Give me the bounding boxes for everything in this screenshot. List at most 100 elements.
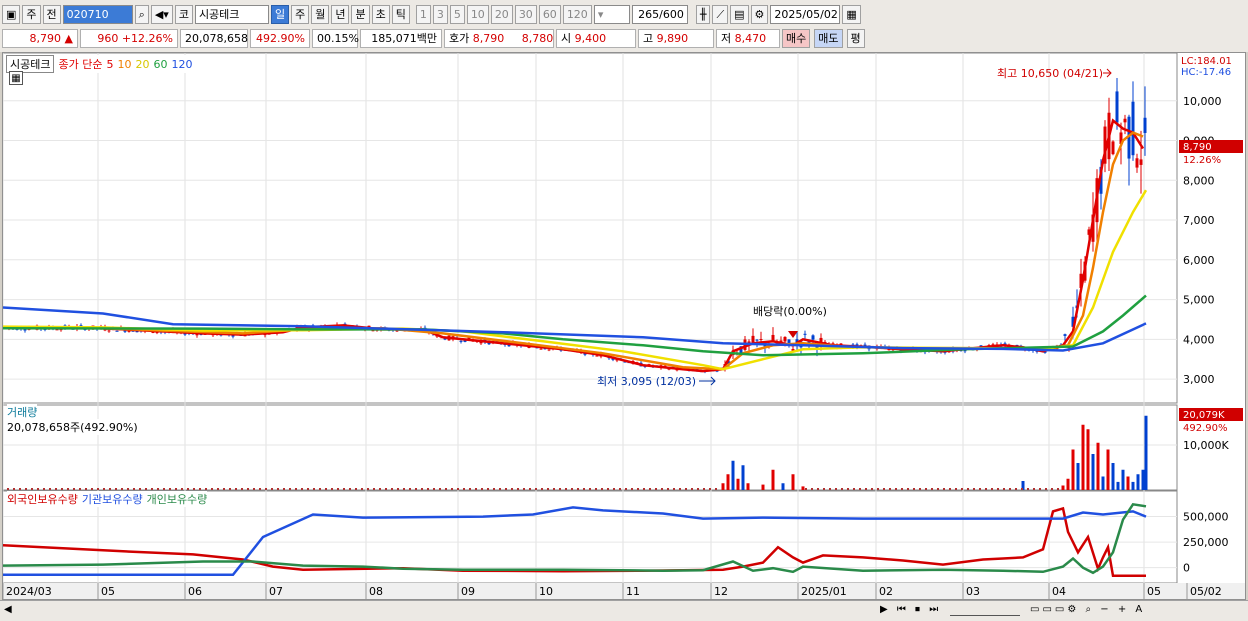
price-legend: 시공테크 종가 단순 5 10 20 60 120 — [6, 55, 193, 73]
volume-bar — [397, 488, 399, 490]
stock-code-input[interactable]: 020710 — [62, 4, 133, 24]
candle-type-icon[interactable]: ╫ — [695, 4, 711, 24]
speaker-icon[interactable]: ◀▾ — [150, 4, 173, 24]
volume-bar — [61, 488, 63, 490]
calendar-icon[interactable]: ▦ — [842, 4, 861, 24]
volume-bar — [589, 488, 591, 490]
volume-bar — [565, 488, 567, 490]
candle-body — [783, 336, 787, 342]
x-tick-label: 2025/01 — [801, 585, 847, 598]
interval-3[interactable]: 3 — [432, 4, 448, 24]
volume-bar — [187, 488, 189, 490]
interval-20[interactable]: 20 — [490, 4, 513, 24]
x-tick-label: 08 — [369, 585, 383, 598]
gear-icon[interactable]: ⚙ — [750, 4, 769, 24]
volume-value-label: 20,078,658주(492.90%) — [7, 421, 138, 434]
period-tick[interactable]: 틱 — [391, 4, 410, 24]
volume-bar — [247, 488, 249, 490]
zoom-slider[interactable] — [950, 604, 1020, 616]
interval-10[interactable]: 10 — [466, 4, 489, 24]
volume-bar — [771, 469, 775, 490]
volume-bar — [349, 488, 351, 490]
interval-select[interactable]: ▾ — [593, 4, 630, 24]
period-minute[interactable]: 분 — [351, 4, 370, 24]
open-value: 9,400 — [574, 31, 607, 45]
volume-bar — [613, 488, 615, 490]
volume-bar — [1086, 429, 1090, 490]
chart-svg[interactable]: 10,0009,0008,0007,0006,0005,0004,0003,00… — [2, 52, 1245, 599]
volume-bar — [163, 488, 165, 490]
high-value: 9,890 — [656, 31, 689, 45]
volume-bar — [829, 488, 831, 490]
draw-line-icon[interactable]: ⟋ — [712, 4, 729, 24]
scroll-left-icon[interactable]: ◀ — [4, 604, 12, 615]
volume-bar — [535, 488, 537, 490]
up-arrow-icon: ▲ — [64, 31, 73, 45]
volume-bar — [811, 488, 813, 490]
period-year[interactable]: 년 — [331, 4, 350, 24]
price-change: 960 +12.26% — [80, 28, 178, 48]
layout-icon[interactable]: ▣ — [2, 4, 21, 24]
volume-bar — [761, 484, 765, 490]
period-month[interactable]: 월 — [311, 4, 330, 24]
search-icon[interactable]: ⌕ — [134, 4, 149, 24]
interval-60[interactable]: 60 — [538, 4, 561, 24]
volume-bar — [853, 488, 855, 490]
buy-button[interactable]: 매수 — [782, 28, 811, 48]
volume-bar — [529, 488, 531, 490]
volume-bar — [1003, 488, 1005, 490]
playback-controls[interactable]: ▶ ⏮ ⏹ ⏭ — [880, 604, 941, 615]
volume-bar — [433, 488, 435, 490]
candle-body — [1139, 159, 1143, 165]
volume-bar — [595, 488, 597, 490]
volume-bar — [181, 488, 183, 490]
volume-value: 20,078,658 — [180, 28, 248, 48]
prev-button[interactable]: 전 — [42, 4, 61, 24]
interval-30[interactable]: 30 — [514, 4, 537, 24]
sell-button[interactable]: 매도 — [814, 28, 843, 48]
volume-bar — [943, 488, 945, 490]
period-week[interactable]: 주 — [291, 4, 310, 24]
period-second[interactable]: 초 — [371, 4, 390, 24]
period-day[interactable]: 일 — [270, 4, 290, 24]
volume-bar — [1009, 488, 1011, 490]
hc-label: HC:-17.46 — [1181, 67, 1231, 78]
save-icon[interactable]: ▤ — [730, 4, 749, 24]
volume-bar — [607, 488, 609, 490]
volume-bar — [547, 488, 549, 490]
date-input[interactable]: 2025/05/02 — [770, 4, 841, 24]
low-annotation: 최저 3,095 (12/03) — [597, 375, 696, 388]
x-tick-label: 12 — [714, 585, 728, 598]
view-tools[interactable]: ▭▭▭⚙ ⌕ − + A — [1030, 604, 1145, 615]
volume-bar — [481, 488, 483, 490]
volume-bar — [601, 488, 603, 490]
volume-bar — [139, 488, 141, 490]
count-input[interactable]: 265/600 — [631, 4, 688, 24]
volume-legend: 거래량 — [7, 404, 38, 420]
volume-bar — [253, 488, 255, 490]
volume-bar — [1045, 488, 1047, 490]
market-select[interactable]: 주 — [22, 4, 41, 24]
volume-bar — [865, 488, 867, 490]
volume-bar — [241, 488, 243, 490]
interval-5[interactable]: 5 — [449, 4, 465, 24]
volume-bar — [121, 488, 123, 490]
volume-bar — [781, 483, 785, 490]
volume-bar — [367, 488, 369, 490]
volume-bar — [43, 488, 45, 490]
interval-120[interactable]: 120 — [562, 4, 592, 24]
scroll-bar[interactable]: ◀ ▶ ⏮ ⏹ ⏭ ▭▭▭⚙ ⌕ − + A — [0, 600, 1248, 621]
volume-bar — [1015, 488, 1017, 490]
volume-bar — [985, 488, 987, 490]
eval-button[interactable]: 평 — [846, 28, 865, 48]
volume-bar — [1096, 442, 1100, 490]
volume-bar — [859, 488, 861, 490]
volume-bar — [193, 488, 195, 490]
interval-1[interactable]: 1 — [415, 4, 431, 24]
price-value: 8,790 — [29, 31, 62, 45]
table-icon[interactable]: ▦ — [9, 71, 23, 85]
volume-bar — [517, 488, 519, 490]
volume-bar — [451, 488, 453, 490]
chart-area[interactable]: 10,0009,0008,0007,0006,0005,0004,0003,00… — [2, 52, 1246, 600]
exchange-badge: 코 — [174, 4, 193, 24]
